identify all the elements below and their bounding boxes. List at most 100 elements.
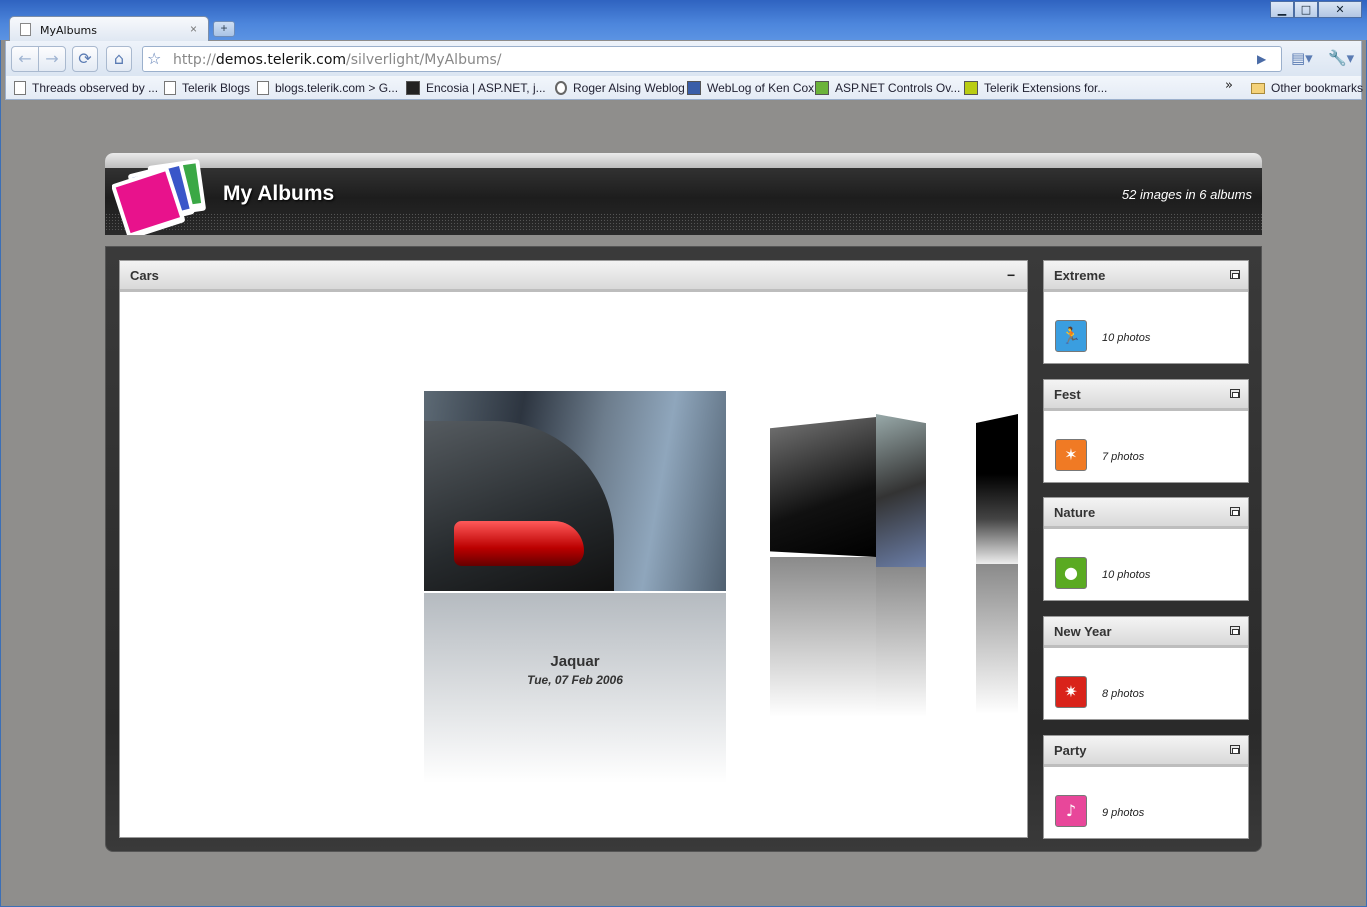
bookmark-item[interactable]: Roger Alsing Weblog (555, 80, 685, 96)
minimize-icon[interactable]: − (1007, 267, 1015, 283)
restore-icon[interactable] (1230, 507, 1240, 516)
bookmark-item[interactable]: Encosia | ASP.NET, j... (406, 80, 546, 96)
album-title: Fest (1054, 387, 1081, 402)
photo-count: 10 photos (1102, 569, 1151, 581)
restore-icon[interactable] (1230, 270, 1240, 279)
maximize-button[interactable]: □ (1294, 1, 1318, 18)
thumbnail-reflection (770, 557, 876, 717)
app-title: My Albums (223, 182, 335, 205)
new-tab-button[interactable]: + (213, 21, 235, 37)
forward-button[interactable]: → (38, 46, 66, 72)
album-title: Party (1054, 743, 1087, 758)
reload-button[interactable]: ⟳ (72, 46, 98, 72)
bookmark-label: WebLog of Ken Cox (707, 81, 815, 95)
album-header[interactable]: New Year (1044, 617, 1248, 648)
close-window-button[interactable]: ✕ (1318, 1, 1362, 18)
thumbnail-reflection (876, 567, 926, 717)
album-header[interactable]: Extreme (1044, 261, 1248, 292)
close-tab-icon[interactable]: × (190, 22, 197, 36)
wrench-icon[interactable]: 🔧▾ (1328, 49, 1354, 67)
wordpress-icon (555, 81, 567, 95)
photo-reflection (424, 593, 726, 793)
car-taillight-shape (454, 521, 584, 566)
photo-count: 10 photos (1102, 332, 1151, 344)
other-bookmarks-label: Other bookmarks (1271, 81, 1364, 95)
page-icon (164, 81, 176, 95)
bookmarks-bar: Threads observed by ... Telerik Blogs bl… (5, 76, 1363, 100)
url-path: /silverlight/MyAlbums/ (346, 52, 502, 68)
photo-name: Jaquar (550, 653, 600, 670)
album-header[interactable]: Fest (1044, 380, 1248, 411)
album-title: New Year (1054, 624, 1112, 639)
home-button[interactable]: ⌂ (106, 46, 132, 72)
album-card-extreme[interactable]: Extreme 🏃 10 photos (1043, 260, 1249, 364)
album-title: Cars (130, 268, 159, 283)
globe-leaf-icon: ● (1055, 557, 1087, 589)
bookmark-item[interactable]: ASP.NET Controls Ov... (815, 80, 960, 96)
bookmark-label: Telerik Blogs (182, 81, 251, 95)
go-icon[interactable]: ▶ (1257, 52, 1266, 66)
album-header[interactable]: Party (1044, 736, 1248, 767)
album-header[interactable]: Nature (1044, 498, 1248, 529)
album-card-nature[interactable]: Nature ● 10 photos (1043, 497, 1249, 601)
fireworks-icon: ✷ (1055, 676, 1087, 708)
album-title: Extreme (1054, 268, 1106, 283)
url-text[interactable]: http://demos.telerik.com/silverlight/MyA… (173, 52, 501, 68)
bookmark-item[interactable]: Threads observed by ... (14, 80, 158, 96)
photo-count: 8 photos (1102, 688, 1145, 700)
album-title: Nature (1054, 505, 1096, 520)
page-icon (20, 23, 31, 36)
party-person-icon: ♪ (1055, 795, 1087, 827)
photo-thumbnail[interactable] (770, 417, 876, 557)
address-bar[interactable]: ☆ http://demos.telerik.com/silverlight/M… (142, 46, 1282, 72)
minimize-button[interactable]: ▁ (1270, 1, 1294, 18)
album-card-new-year[interactable]: New Year ✷ 8 photos (1043, 616, 1249, 720)
header-texture (105, 213, 1262, 231)
bookmark-label: blogs.telerik.com > G... (275, 81, 399, 95)
photo-thumbnail[interactable] (876, 414, 926, 567)
bookmark-label: Roger Alsing Weblog (573, 81, 685, 95)
restore-icon[interactable] (1230, 389, 1240, 398)
folder-icon (1251, 82, 1265, 94)
album-summary: 52 images in 6 albums (1121, 187, 1252, 202)
bookmark-star-icon[interactable]: ☆ (147, 49, 161, 68)
tab-myalbums[interactable]: MyAlbums × (9, 16, 209, 42)
bookmark-item[interactable]: Telerik Blogs (164, 80, 250, 96)
dancing-person-icon: ✶ (1055, 439, 1087, 471)
restore-icon[interactable] (1230, 626, 1240, 635)
running-person-icon: 🏃 (1055, 320, 1087, 352)
bookmark-label: Telerik Extensions for... (984, 81, 1108, 95)
bookmark-item[interactable]: Telerik Extensions for... (964, 80, 1107, 96)
albums-logo-icon (112, 159, 206, 235)
telerik-yellow-icon (964, 81, 978, 95)
other-bookmarks[interactable]: Other bookmarks (1251, 80, 1363, 96)
photo-thumbnail[interactable] (976, 414, 1018, 564)
page-menu-icon[interactable]: ▤▾ (1291, 49, 1313, 67)
page-icon (14, 81, 26, 95)
bookmarks-overflow-icon[interactable]: » (1225, 78, 1233, 93)
album-header-cars[interactable]: Cars − (120, 261, 1027, 292)
thumbnail-reflection (976, 564, 1018, 714)
main-album-panel: Cars − Jaquar Tue, 07 Feb 2006 (119, 260, 1028, 838)
back-button[interactable]: ← (11, 46, 39, 72)
bookmark-label: Threads observed by ... (32, 81, 159, 95)
browser-toolbar: ← → ⟳ ⌂ ☆ http://demos.telerik.com/silve… (5, 41, 1362, 76)
header-cap (105, 153, 1262, 168)
bookmark-item[interactable]: blogs.telerik.com > G... (257, 80, 398, 96)
photo-count: 9 photos (1102, 807, 1145, 819)
photo-date: Tue, 07 Feb 2006 (527, 673, 623, 687)
tab-title: MyAlbums (40, 24, 97, 37)
bookmark-item[interactable]: WebLog of Ken Cox (687, 80, 814, 96)
bookmark-label: Encosia | ASP.NET, j... (426, 81, 546, 95)
bookmark-label: ASP.NET Controls Ov... (835, 81, 961, 95)
telerik-green-icon (815, 81, 829, 95)
url-host: demos.telerik.com (215, 52, 347, 68)
album-card-fest[interactable]: Fest ✶ 7 photos (1043, 379, 1249, 483)
current-photo[interactable] (424, 391, 726, 591)
page-icon (257, 81, 269, 95)
aspnet-icon (687, 81, 701, 95)
restore-icon[interactable] (1230, 745, 1240, 754)
album-card-party[interactable]: Party ♪ 9 photos (1043, 735, 1249, 839)
photo-count: 7 photos (1102, 451, 1145, 463)
encosia-icon (406, 81, 420, 95)
